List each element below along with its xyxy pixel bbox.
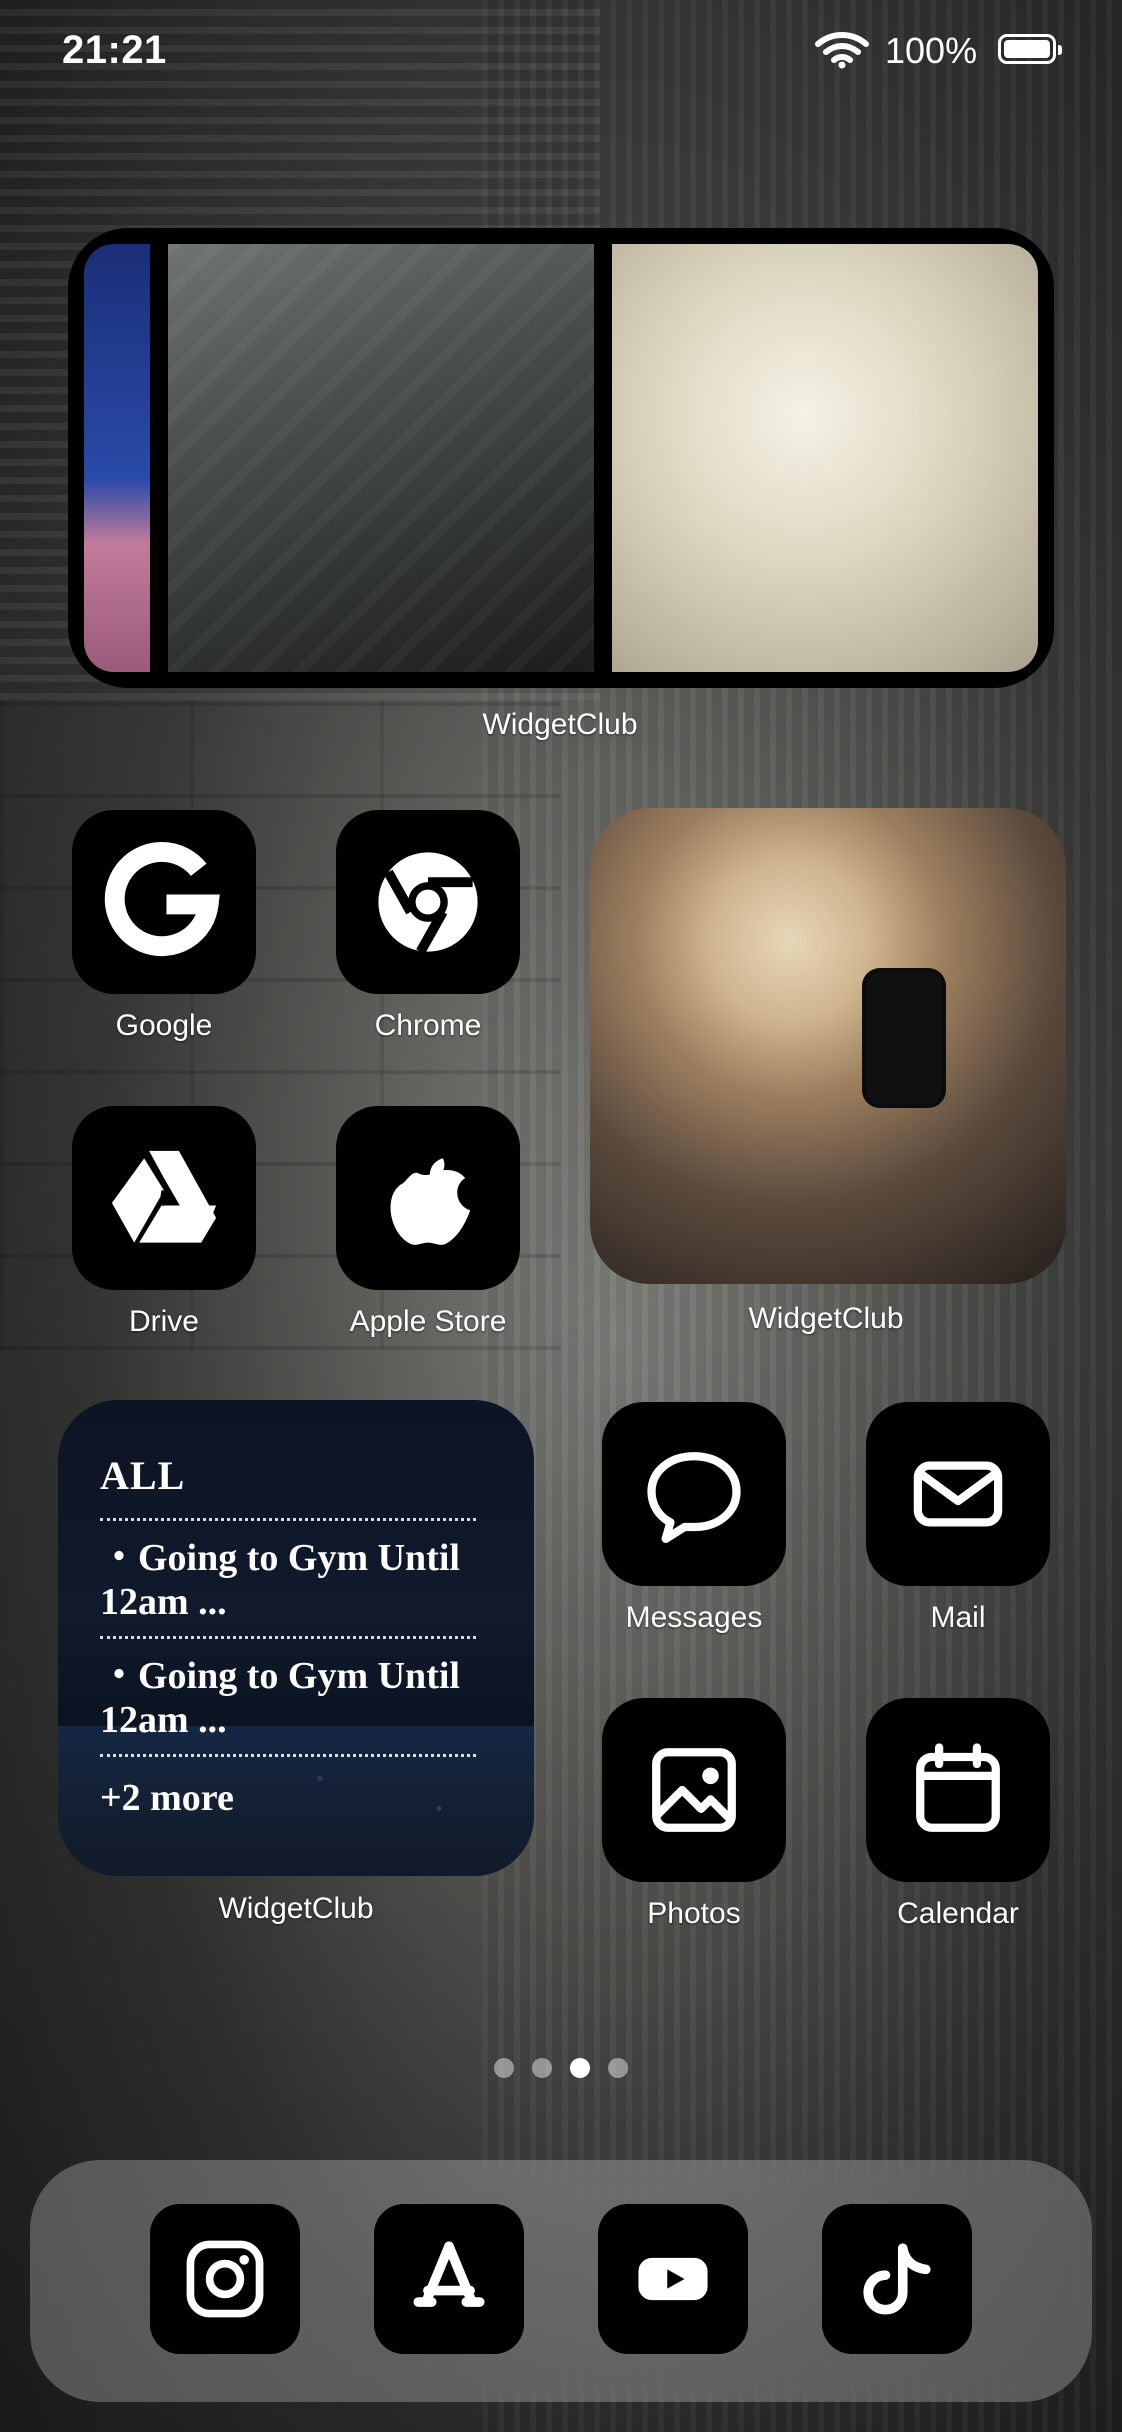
wifi-icon [815, 32, 869, 69]
app-label: Messages [625, 1601, 763, 1634]
app-label: Apple Store [349, 1305, 507, 1338]
page-dot[interactable] [532, 2058, 552, 2078]
page-dot-active[interactable] [570, 2058, 590, 2078]
instagram-icon [186, 2240, 264, 2318]
drive-icon [111, 1150, 217, 1243]
photo-2 [612, 244, 1038, 672]
apple-store-tile[interactable] [336, 1106, 520, 1290]
dock-instagram[interactable] [150, 2204, 300, 2354]
app-google[interactable]: Google [72, 810, 256, 1044]
photo-strip [84, 244, 150, 672]
dock [30, 2160, 1092, 2402]
app-drive[interactable]: Drive [72, 1106, 256, 1340]
app-chrome[interactable]: Chrome [336, 810, 520, 1044]
reminders-widget-label: WidgetClub [218, 1892, 374, 1925]
battery-nub [1058, 45, 1062, 55]
phone-in-photo [862, 968, 946, 1108]
app-label: Calendar [897, 1897, 1019, 1930]
tiktok-icon [863, 2243, 931, 2315]
app-messages[interactable]: Messages [602, 1402, 786, 1636]
reminder-item: ・Going to Gym Until 12am ... [100, 1537, 460, 1623]
page-dot[interactable] [608, 2058, 628, 2078]
app-mail[interactable]: Mail [866, 1402, 1050, 1636]
reminder-item: ・Going to Gym Until 12am ... [100, 1655, 460, 1741]
reminders-more: +2 more [100, 1777, 234, 1819]
google-icon [104, 842, 220, 957]
divider [100, 1754, 476, 1757]
chrome-icon [378, 852, 478, 955]
app-label: Drive [128, 1305, 199, 1338]
app-label: Google [115, 1009, 213, 1042]
photo-1-texture [168, 244, 594, 672]
calendar-icon [916, 1743, 1000, 1832]
mail-icon [913, 1461, 1003, 1527]
dock-tiktok[interactable] [822, 2204, 972, 2354]
app-label: Mail [930, 1601, 986, 1634]
app-label: Chrome [374, 1009, 482, 1042]
status-bar: 21:21 100% [0, 0, 1122, 95]
app-apple-store[interactable]: Apple Store [336, 1106, 520, 1340]
photos-tile[interactable] [602, 1698, 786, 1882]
page-indicator[interactable] [0, 2058, 1122, 2082]
app-calendar[interactable]: Calendar [866, 1698, 1050, 1932]
battery-fill [1004, 40, 1050, 58]
divider [100, 1518, 476, 1521]
chrome-tile[interactable] [336, 810, 520, 994]
battery-icon [998, 34, 1062, 64]
photo-1 [168, 244, 594, 672]
selfie-photo-widget[interactable] [590, 808, 1066, 1284]
photo-widget[interactable] [68, 228, 1054, 688]
calendar-tile[interactable] [866, 1698, 1050, 1882]
dock-youtube[interactable] [598, 2204, 748, 2354]
selfie-widget-label: WidgetClub [748, 1302, 904, 1335]
reminders-title: ALL [100, 1453, 186, 1498]
app-store-icon [413, 2241, 485, 2307]
app-label: Photos [647, 1897, 741, 1930]
mail-tile[interactable] [866, 1402, 1050, 1586]
photos-icon [652, 1748, 736, 1832]
divider [100, 1636, 476, 1639]
google-tile[interactable] [72, 810, 256, 994]
reminders-widget[interactable]: ALL ・Going to Gym Until 12am ... ・Going … [58, 1400, 534, 1876]
battery-percent: 100% [885, 30, 978, 71]
messages-tile[interactable] [602, 1402, 786, 1586]
youtube-icon [638, 2257, 708, 2301]
apple-icon [390, 1158, 471, 1245]
drive-tile[interactable] [72, 1106, 256, 1290]
page-dot[interactable] [494, 2058, 514, 2078]
dock-app-store[interactable] [374, 2204, 524, 2354]
app-photos[interactable]: Photos [602, 1698, 786, 1932]
photo-widget-label: WidgetClub [482, 708, 638, 741]
messages-icon [647, 1452, 741, 1543]
status-time: 21:21 [62, 28, 167, 72]
